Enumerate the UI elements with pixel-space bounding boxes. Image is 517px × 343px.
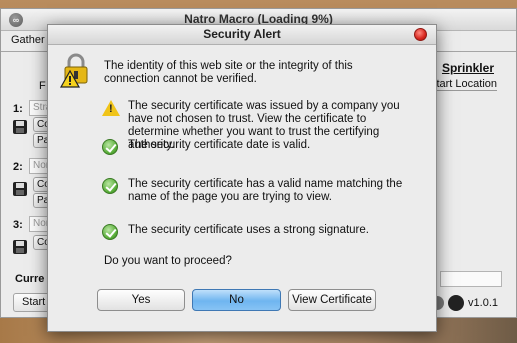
check-icon: [102, 224, 118, 240]
current-label: Curre: [15, 273, 45, 285]
dialog-intro-text: The identity of this web site or the int…: [104, 60, 353, 85]
row-number-1: 1:: [13, 103, 23, 115]
column-letter: F: [39, 80, 46, 92]
check-item-name-text: The security certificate has a valid nam…: [128, 178, 403, 203]
security-alert-dialog: Security Alert The identity of this web …: [47, 24, 437, 332]
github-icon[interactable]: [448, 295, 464, 311]
proceed-question: Do you want to proceed?: [104, 255, 232, 267]
dialog-close-icon[interactable]: [414, 28, 427, 41]
dialog-title: Security Alert: [203, 27, 281, 41]
start-location-select[interactable]: Start Location: [429, 78, 497, 91]
tab-gather[interactable]: Gather: [11, 34, 45, 46]
check-icon: [102, 139, 118, 155]
row-number-2: 2:: [13, 161, 23, 173]
sprinkler-label: Sprinkler: [441, 61, 494, 75]
row-number-3: 3:: [13, 219, 23, 231]
save-icon-1[interactable]: [13, 120, 27, 134]
save-icon-2[interactable]: [13, 182, 27, 196]
no-button[interactable]: No: [192, 289, 281, 311]
save-icon-3[interactable]: [13, 240, 27, 254]
main-window-close-icon[interactable]: ∞: [9, 13, 23, 27]
yes-button[interactable]: Yes: [97, 289, 185, 311]
dialog-titlebar: Security Alert: [48, 25, 436, 45]
view-certificate-button[interactable]: View Certificate: [288, 289, 376, 311]
check-item-date-text: The security certificate date is valid.: [128, 139, 311, 151]
check-icon: [102, 178, 118, 194]
check-item-signature-text: The security certificate uses a strong s…: [128, 224, 369, 236]
padlock-warning-icon: [59, 53, 88, 88]
version-label: v1.0.1: [468, 297, 498, 309]
right-field[interactable]: [440, 271, 502, 287]
